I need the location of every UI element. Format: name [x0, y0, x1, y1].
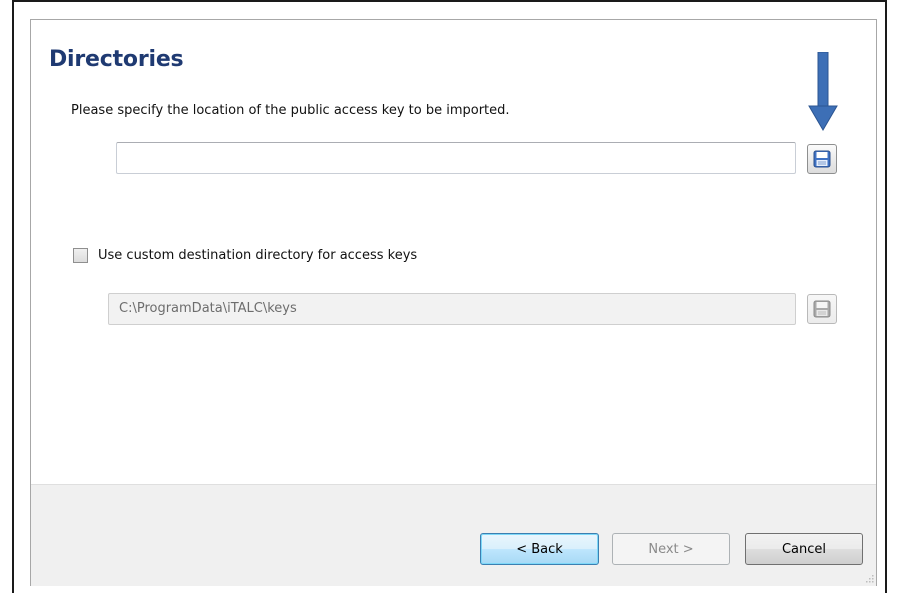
back-button[interactable]: < Back: [480, 533, 599, 565]
browse-key-button[interactable]: [807, 144, 837, 174]
down-arrow-icon: [808, 52, 838, 131]
screenshot-frame: Directories Please specify the location …: [0, 0, 899, 593]
page-title: Directories: [49, 47, 184, 72]
next-button[interactable]: Next >: [612, 533, 730, 565]
browse-dest-button[interactable]: [807, 294, 837, 324]
wizard-window: Directories Please specify the location …: [30, 19, 877, 586]
key-location-prompt: Please specify the location of the publi…: [71, 103, 510, 118]
floppy-disk-icon: [813, 300, 831, 318]
custom-dest-checkbox[interactable]: [73, 248, 88, 263]
key-location-input[interactable]: [116, 142, 796, 174]
floppy-disk-icon: [813, 150, 831, 168]
cancel-button[interactable]: Cancel: [745, 533, 863, 565]
custom-dest-label: Use custom destination directory for acc…: [98, 248, 418, 263]
custom-dest-input[interactable]: C:\ProgramData\iTALC\keys: [108, 293, 796, 325]
resize-grip-icon[interactable]: [864, 573, 874, 583]
custom-dest-row[interactable]: Use custom destination directory for acc…: [73, 248, 417, 263]
